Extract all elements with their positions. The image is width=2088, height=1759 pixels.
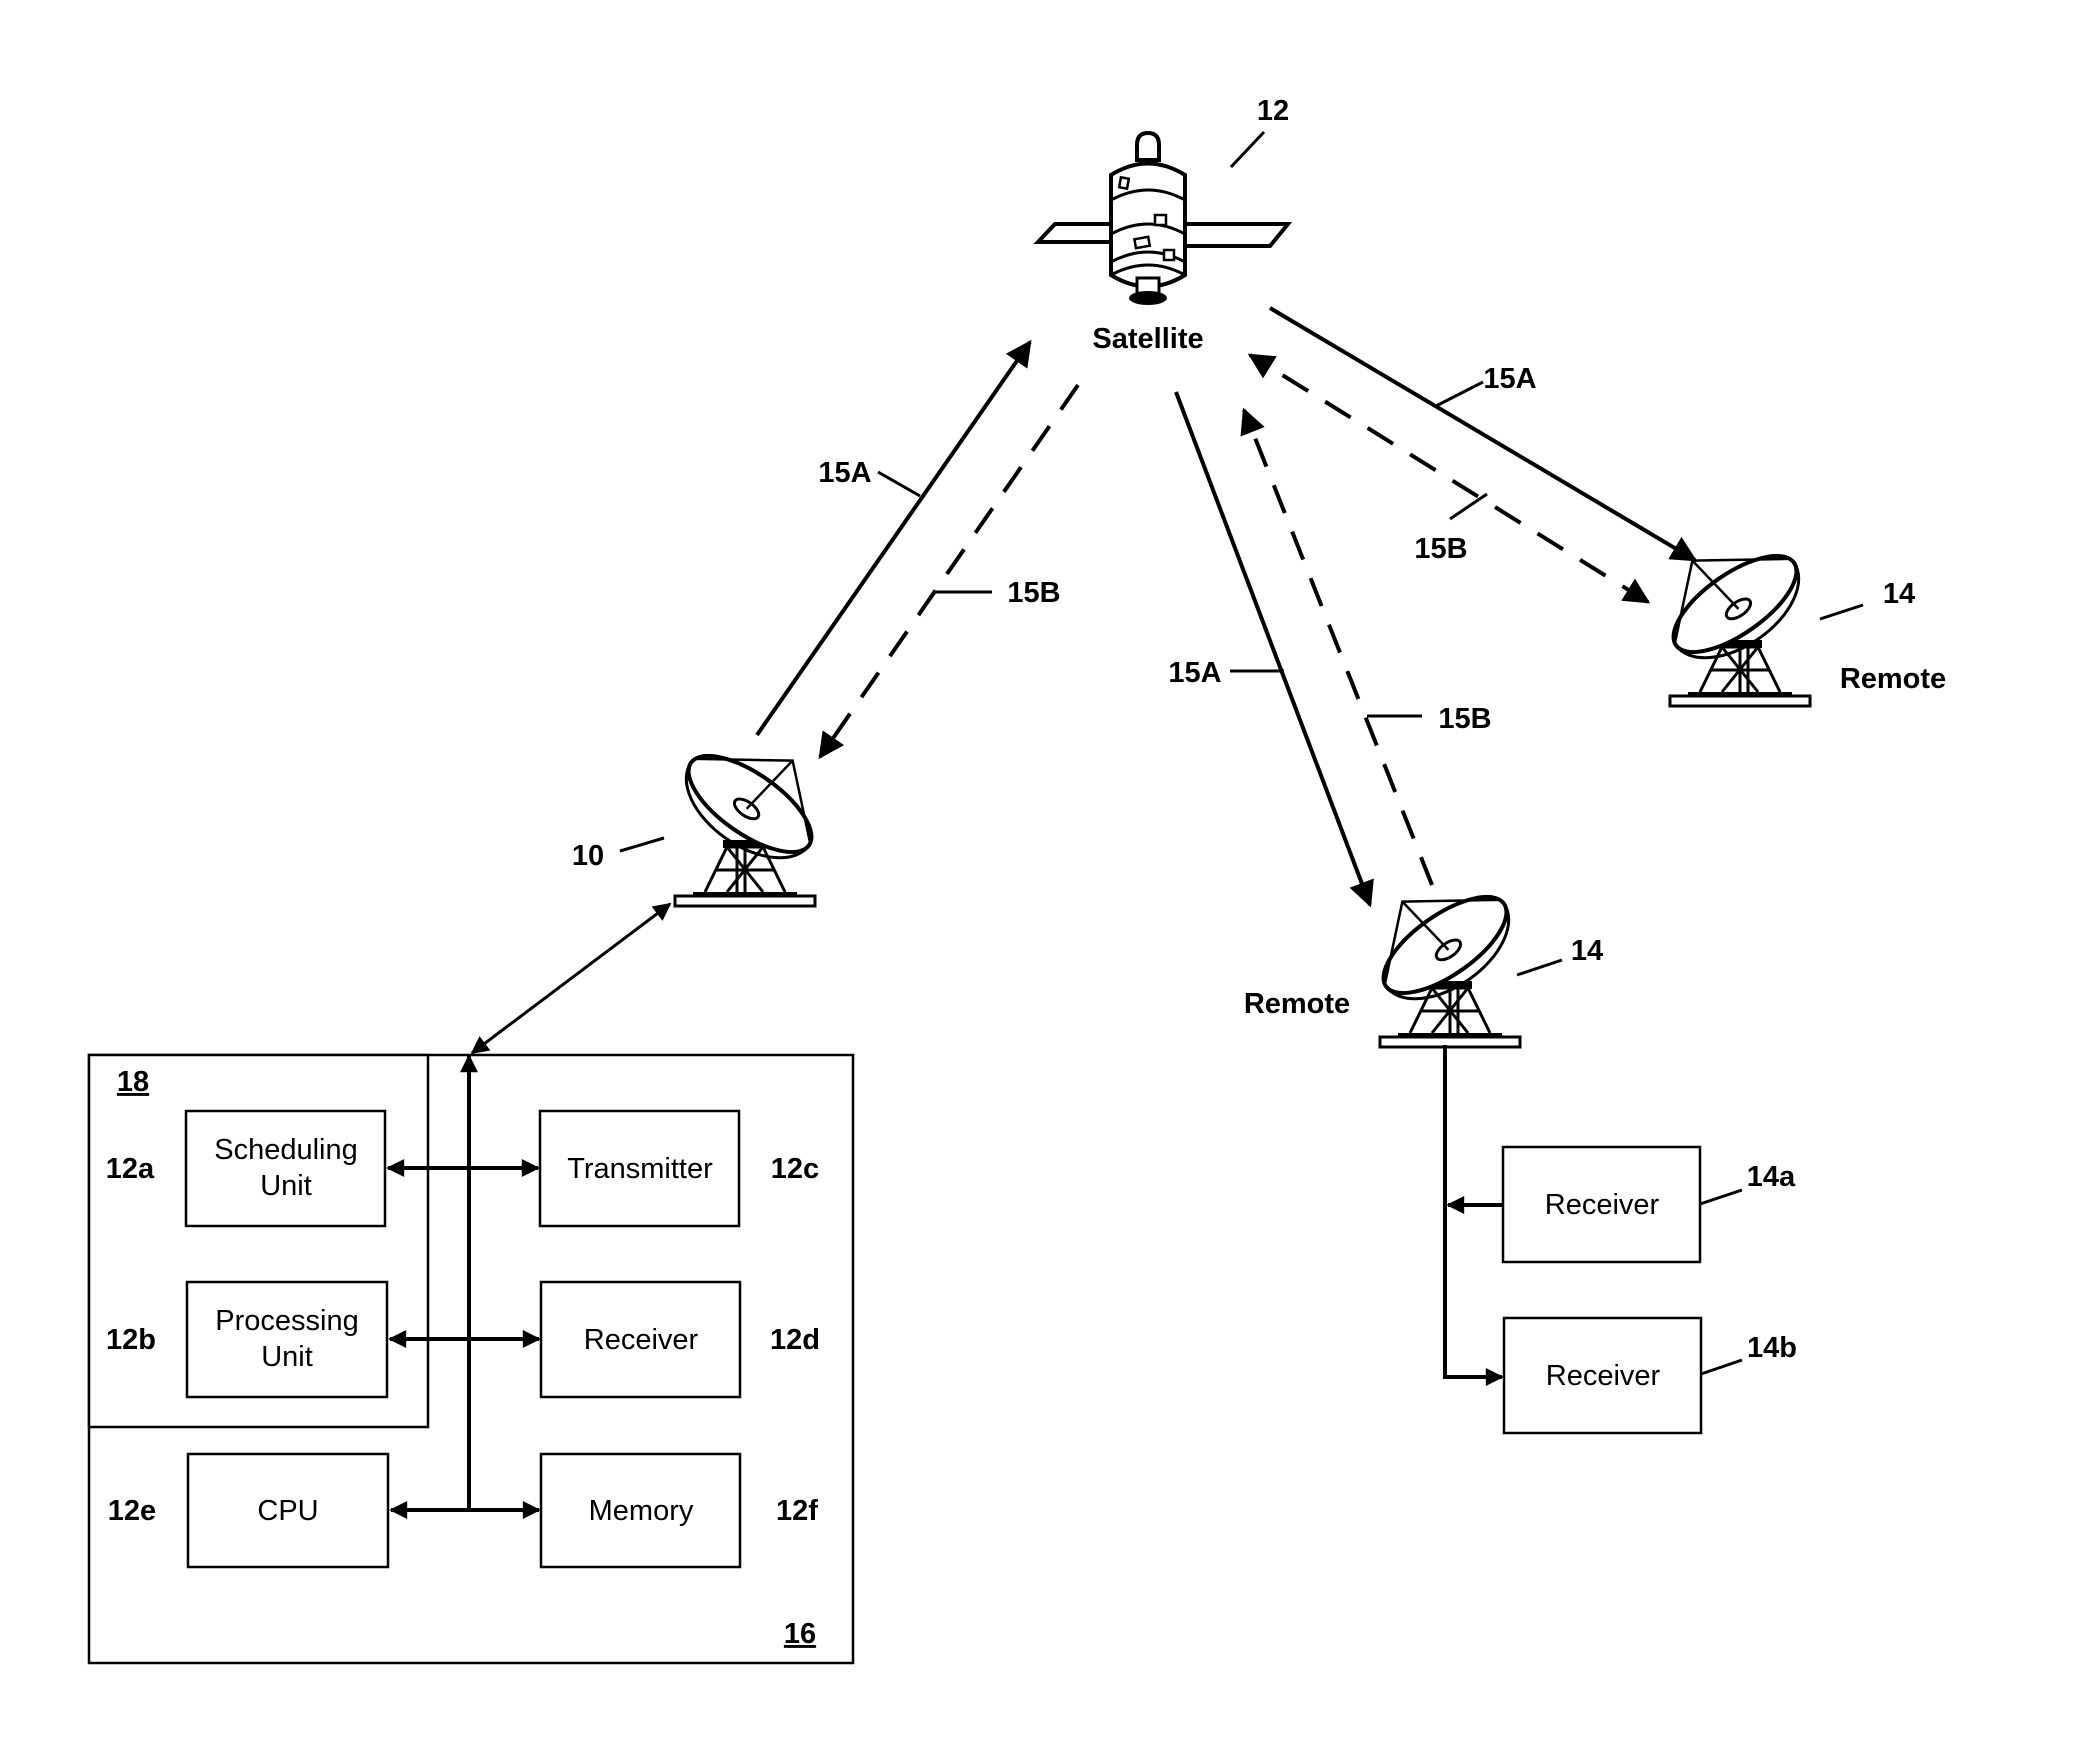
block-label: Receiver <box>584 1324 699 1356</box>
remote-ref-label: 14 <box>1571 935 1603 967</box>
link-15b-leader <box>1449 492 1488 521</box>
link-15a-remote-downlink <box>1268 306 1698 562</box>
block-label-line: Unit <box>260 1170 312 1202</box>
remote-receiver-14b-block: Receiver <box>1502 1316 1703 1435</box>
link-15a-label: 15A <box>1483 363 1536 395</box>
block-label-line: Unit <box>261 1341 313 1373</box>
hub-ref-label: 10 <box>572 840 604 872</box>
remote-label: Remote <box>1840 663 1946 695</box>
block-label-line: Scheduling <box>214 1134 358 1166</box>
block-ref-leader <box>1699 1188 1743 1206</box>
hub-system-link <box>470 902 672 1055</box>
link-15a-label: 15A <box>1168 657 1221 689</box>
block-label: CPU <box>257 1495 318 1527</box>
block-ref-leader <box>1700 1358 1743 1376</box>
remote-ref-leader <box>1516 958 1563 977</box>
satellite-icon <box>1033 130 1293 305</box>
link-15a-hub-uplink <box>755 339 1032 737</box>
block-label: Receiver <box>1545 1189 1660 1221</box>
group-18-ref-label: 18 <box>117 1066 149 1098</box>
remote-dish-icon <box>1352 855 1528 1047</box>
block-ref-label: 14a <box>1747 1161 1796 1193</box>
remote-ref-leader <box>1819 603 1864 621</box>
link-15a-leader <box>877 470 921 498</box>
link-15b-label: 15B <box>1438 703 1491 735</box>
satellite-ref-label: 12 <box>1257 95 1289 127</box>
remote-bus <box>1443 1045 1504 1386</box>
remote-receiver-14a-block: Receiver <box>1501 1145 1702 1264</box>
block-ref-label: 12f <box>776 1495 818 1527</box>
link-15a-leader <box>1435 380 1484 408</box>
block-ref-label: 12c <box>771 1153 819 1185</box>
block-label: Transmitter <box>567 1153 713 1185</box>
scheduling-unit-block: Scheduling Unit <box>184 1109 387 1228</box>
link-15b-hub-downlink <box>818 383 1080 760</box>
block-ref-label: 12a <box>106 1153 155 1185</box>
memory-block: Memory <box>539 1452 742 1569</box>
block-ref-label: 14b <box>1747 1332 1797 1364</box>
transmitter-block: Transmitter <box>538 1109 741 1228</box>
processing-unit-block: Processing Unit <box>185 1280 389 1399</box>
satellite-ref-leader <box>1229 130 1266 169</box>
block-label-line: Processing <box>215 1305 358 1337</box>
link-15a-label: 15A <box>818 457 871 489</box>
remote-label: Remote <box>1244 988 1350 1020</box>
receiver-block: Receiver <box>539 1280 742 1399</box>
block-ref-label: 12e <box>108 1495 156 1527</box>
cpu-block: CPU <box>186 1452 390 1569</box>
link-15b-label: 15B <box>1414 533 1467 565</box>
remote-ref-label: 14 <box>1883 578 1915 610</box>
system-16-ref-label: 16 <box>784 1618 816 1650</box>
link-15b-label: 15B <box>1007 577 1060 609</box>
block-label: Receiver <box>1546 1360 1661 1392</box>
hub-ref-leader <box>619 836 665 853</box>
link-15a-remote-downlink <box>1174 391 1374 908</box>
satellite-label: Satellite <box>1092 323 1203 355</box>
hub-dish-icon <box>664 711 846 908</box>
block-label: Memory <box>589 1495 694 1527</box>
block-ref-label: 12b <box>106 1324 156 1356</box>
satellite-network-diagram: Satellite 12 10 Remote 14 Remote 14 15A … <box>87 95 1946 1665</box>
block-ref-label: 12d <box>770 1324 820 1356</box>
